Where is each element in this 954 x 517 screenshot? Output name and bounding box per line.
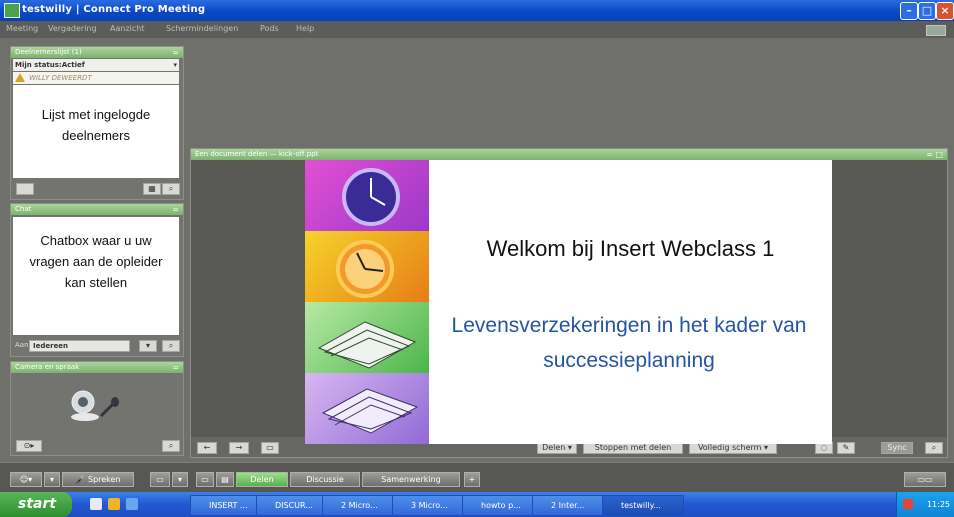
speak-label: Spreken bbox=[87, 475, 121, 484]
chat-pod-header: Chat = bbox=[11, 204, 183, 215]
attendee-row[interactable]: WILLY DEWEERDT bbox=[13, 72, 179, 84]
menu-bar: Meeting Vergadering Aanzicht Schermindel… bbox=[0, 21, 954, 39]
menu-pods[interactable]: Pods bbox=[260, 24, 279, 33]
quicklaunch-ie-icon[interactable] bbox=[90, 498, 102, 510]
whiteboard-icon[interactable]: ▤ bbox=[216, 472, 234, 487]
maximize-icon[interactable]: □ bbox=[918, 2, 936, 20]
menu-vergadering[interactable]: Vergadering bbox=[48, 24, 97, 33]
quicklaunch-desktop-icon[interactable] bbox=[126, 498, 138, 510]
camera-start-button[interactable]: ⊙▸ bbox=[16, 440, 42, 452]
send-icon[interactable]: ⌕ bbox=[162, 340, 180, 352]
sync-button[interactable]: Sync bbox=[881, 442, 913, 454]
sync-label: Sync bbox=[887, 443, 907, 452]
window-title-bar: testwilly | Connect Pro Meeting – □ × bbox=[0, 0, 954, 21]
layout-discussion-tab[interactable]: Discussie bbox=[290, 472, 360, 487]
app-icon bbox=[4, 3, 20, 18]
chevron-down-icon[interactable]: ▾ bbox=[139, 340, 157, 352]
stop-sharing-label: Stoppen met delen bbox=[594, 443, 672, 452]
draw-icon[interactable]: ✎ bbox=[837, 442, 855, 454]
presenter-icon bbox=[15, 73, 25, 82]
purple-papers-image bbox=[305, 373, 429, 444]
windows-taskbar: start INSERT ... DISCUR... 2 Micro... 3 … bbox=[0, 492, 954, 517]
slide-subtitle: Levensverzekeringen in het kader van suc… bbox=[451, 314, 807, 372]
presenter-view-icon[interactable]: ▭▭ bbox=[904, 472, 946, 487]
layout-icon[interactable]: ▭ bbox=[196, 472, 214, 487]
menu-help[interactable]: Help bbox=[296, 24, 314, 33]
recipient-value: Iedereen bbox=[33, 342, 69, 350]
layout-share-tab[interactable]: Delen bbox=[236, 472, 288, 487]
clock-image bbox=[305, 160, 429, 231]
chat-caption: Chatbox waar u uw vragen aan de opleider… bbox=[13, 217, 179, 335]
layout-share-label: Delen bbox=[250, 475, 274, 484]
raise-hand-button[interactable] bbox=[16, 183, 34, 195]
attendee-name: WILLY DEWEERDT bbox=[29, 74, 92, 82]
attendees-pod-title: Deelnemerslijst (1) bbox=[15, 48, 82, 56]
presentation-slide: Welkom bij Insert Webclass 1 Levensverze… bbox=[305, 160, 832, 444]
share-pod-header: Een document delen — kick-off.ppt = □ bbox=[191, 149, 947, 160]
start-button[interactable]: start bbox=[0, 492, 72, 517]
orange-clock-image bbox=[305, 231, 429, 302]
attendees-pod-header: Deelnemerslijst (1) = bbox=[11, 47, 183, 58]
camera-pod-title: Camera en spraak bbox=[15, 363, 80, 371]
webcam-microphone-icon bbox=[71, 390, 119, 421]
add-layout-icon[interactable]: + bbox=[464, 472, 480, 487]
status-icon[interactable]: ☺▾ bbox=[10, 472, 42, 487]
fullscreen-label: Volledig scherm bbox=[697, 443, 762, 452]
layout-collaboration-tab[interactable]: Samenwerking bbox=[362, 472, 460, 487]
start-label: start bbox=[18, 496, 57, 512]
attendees-pod: Deelnemerslijst (1) = Mijn status:Actief… bbox=[10, 46, 184, 200]
chevron-down-icon[interactable]: ▾ bbox=[172, 472, 188, 487]
people-icon[interactable] bbox=[926, 25, 946, 36]
slide-heading: Welkom bij Insert Webclass 1 bbox=[486, 236, 775, 261]
zoom-icon[interactable]: ⌕ bbox=[162, 183, 180, 195]
menu-aanzicht[interactable]: Aanzicht bbox=[110, 24, 144, 33]
arrow-right-icon[interactable]: → bbox=[229, 442, 249, 454]
chat-pod: Chat = Chatbox waar u uw vragen aan de o… bbox=[10, 203, 184, 357]
layout-collaboration-label: Samenwerking bbox=[381, 475, 441, 484]
camera-pod: Camera en spraak = ⊙▸ ⌕ bbox=[10, 361, 184, 456]
pod-menu-icon[interactable]: = bbox=[172, 362, 179, 373]
camera-pod-header: Camera en spraak = bbox=[11, 362, 183, 373]
green-papers-image bbox=[305, 302, 429, 373]
share-screen-icon[interactable]: ▭ bbox=[150, 472, 170, 487]
menu-meeting[interactable]: Meeting bbox=[6, 24, 38, 33]
chat-pod-title: Chat bbox=[15, 205, 32, 213]
task-button-active[interactable]: testwilly... bbox=[602, 495, 684, 516]
status-dropdown[interactable]: Mijn status:Actief ▾ bbox=[13, 59, 179, 71]
chevron-down-icon: ▾ bbox=[173, 61, 177, 69]
pod-menu-icon[interactable]: = bbox=[172, 204, 179, 215]
share-button-label: Delen bbox=[542, 443, 566, 452]
close-icon[interactable]: × bbox=[936, 2, 954, 20]
zoom-icon[interactable]: ⌕ bbox=[162, 440, 180, 452]
menu-schermindelingen[interactable]: Schermindelingen bbox=[166, 24, 238, 33]
pod-menu-icon[interactable]: = □ bbox=[926, 149, 943, 160]
share-pod-title: Een document delen — kick-off.ppt bbox=[195, 150, 319, 158]
system-tray: 11:25 bbox=[896, 492, 954, 517]
quicklaunch-folder-icon[interactable] bbox=[108, 498, 120, 510]
pod-menu-icon[interactable]: = bbox=[172, 47, 179, 58]
clock: 11:25 bbox=[926, 500, 950, 509]
zoom-icon[interactable]: ⌕ bbox=[925, 442, 943, 454]
chevron-down-icon[interactable]: ▾ bbox=[44, 472, 60, 487]
speak-button[interactable]: 🎤 Spreken bbox=[62, 472, 134, 487]
layout-discussion-label: Discussie bbox=[306, 475, 344, 484]
recipient-select[interactable]: Iedereen bbox=[29, 340, 130, 352]
grid-icon[interactable]: ▦ bbox=[143, 183, 161, 195]
tray-icon[interactable] bbox=[903, 499, 913, 509]
arrow-left-icon[interactable]: ← bbox=[197, 442, 217, 454]
minimize-icon[interactable]: – bbox=[900, 2, 918, 20]
status-label: Mijn status:Actief bbox=[15, 61, 85, 69]
attendees-caption: Lijst met ingelogde deelnemers bbox=[13, 85, 179, 178]
slides-list-icon[interactable]: ▭ bbox=[261, 442, 279, 454]
meeting-toolbar: ☺▾ ▾ 🎤 Spreken ▭ ▾ ▭ ▤ Delen Discussie S… bbox=[0, 462, 954, 493]
window-title: testwilly | Connect Pro Meeting bbox=[22, 4, 206, 15]
